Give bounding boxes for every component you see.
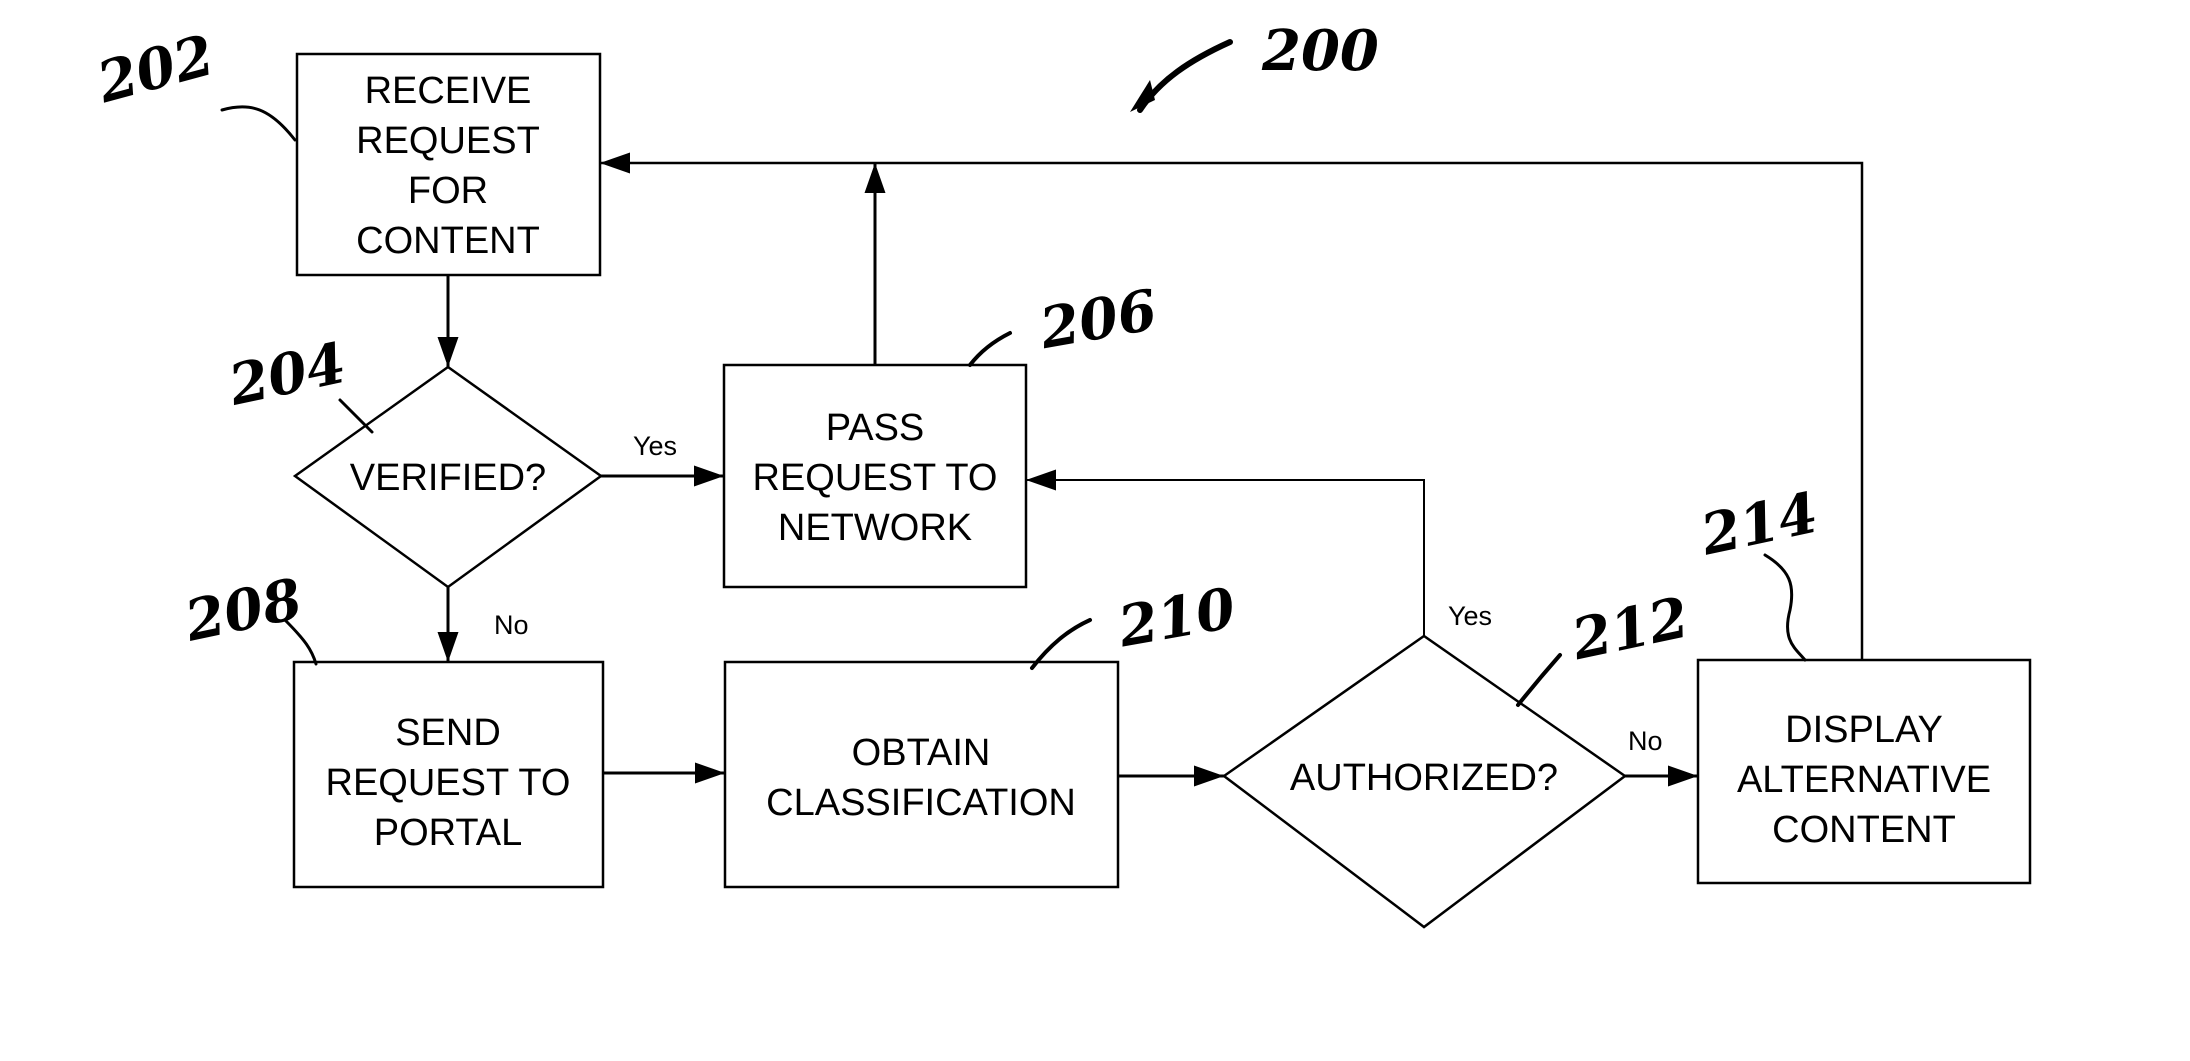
node-label-line: SEND: [395, 712, 501, 754]
node-label-line: REQUEST: [356, 120, 540, 162]
node-label-line: DISPLAY: [1785, 709, 1943, 751]
node-label-line: ALTERNATIVE: [1737, 759, 1991, 801]
node-label-line: PASS: [826, 407, 925, 449]
flowchart: 200 RECEIVE REQUEST FOR CONTENT 202 VERI…: [90, 18, 2032, 929]
figure-reference-number: 200: [1261, 18, 1379, 84]
edge-204-to-208: No: [437, 587, 529, 662]
edge-212-to-214: No: [1625, 726, 1698, 787]
edge-204-to-206: Yes: [601, 431, 724, 487]
process-box: [723, 660, 1120, 889]
node-obtain-classification: OBTAIN CLASSIFICATION 210: [723, 575, 1241, 889]
node-receive-request: RECEIVE REQUEST FOR CONTENT 202: [90, 22, 602, 277]
edge-label-yes: Yes: [633, 431, 677, 461]
node-reference-number: 212: [1565, 584, 1694, 673]
node-pass-to-network: PASS REQUEST TO NETWORK 206: [722, 277, 1162, 589]
node-label-line: FOR: [408, 170, 488, 212]
node-label-line: REQUEST TO: [753, 457, 998, 499]
node-label-line: NETWORK: [778, 507, 972, 549]
edge-label-no: No: [494, 610, 529, 640]
edge-212-to-206: Yes: [1026, 469, 1492, 636]
figure-reference: 200: [1130, 18, 1379, 113]
node-label-line: OBTAIN: [852, 732, 991, 774]
node-label-line: PORTAL: [374, 812, 523, 854]
node-reference-number: 202: [90, 22, 221, 116]
node-label-line: CONTENT: [1772, 809, 1956, 851]
node-reference-number: 208: [179, 566, 308, 655]
edge-label-no: No: [1628, 726, 1663, 756]
node-reference-number: 214: [1695, 480, 1824, 569]
node-authorized-decision: AUTHORIZED? 212: [1221, 584, 1694, 929]
node-send-to-portal: SEND REQUEST TO PORTAL 208: [179, 566, 605, 889]
edge-label-yes: Yes: [1448, 601, 1492, 631]
node-label-line: VERIFIED?: [350, 457, 546, 499]
node-label-line: CLASSIFICATION: [766, 782, 1076, 824]
node-verified-decision: VERIFIED? 204: [222, 330, 604, 589]
node-label-line: AUTHORIZED?: [1290, 757, 1558, 799]
node-reference-number: 204: [222, 330, 351, 419]
node-label-line: CONTENT: [356, 220, 540, 262]
node-label-line: RECEIVE: [365, 70, 532, 112]
node-reference-number: 206: [1034, 277, 1162, 362]
node-label-line: REQUEST TO: [326, 762, 571, 804]
node-reference-number: 210: [1113, 575, 1241, 660]
